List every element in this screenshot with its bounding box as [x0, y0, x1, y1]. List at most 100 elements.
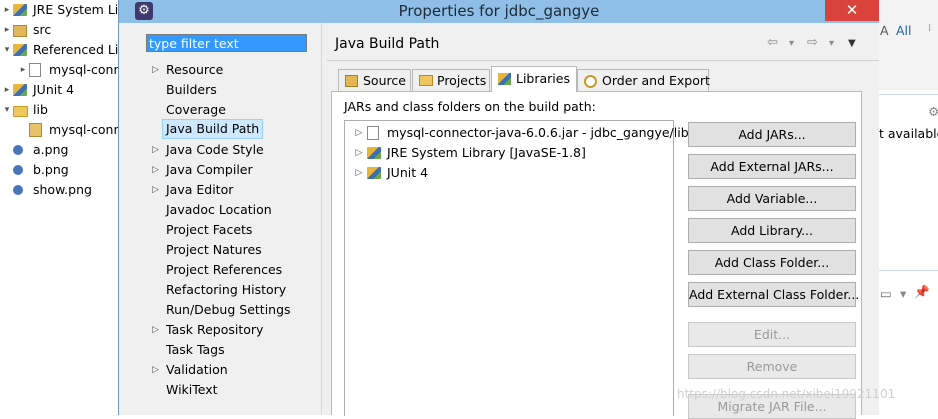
jar-file-icon [29, 123, 42, 137]
jar-icon [367, 126, 379, 140]
classpath-entry[interactable]: ▷ JRE System Library [JavaSE-1.8] [345, 143, 673, 163]
add-class-folder-button[interactable]: Add Class Folder... [688, 250, 856, 275]
nav-item[interactable]: WikiText [131, 380, 321, 400]
package-explorer-item[interactable]: ▸ JRE System Lib [0, 0, 118, 20]
expand-chevron-icon[interactable]: ▷ [152, 160, 162, 180]
divider [878, 94, 938, 95]
edit-button[interactable]: Edit... [688, 322, 856, 347]
package-explorer-item[interactable]: ▸ src [0, 20, 118, 40]
package-explorer-item[interactable]: ▸ mysql-conn [0, 60, 118, 80]
add-external-class-folder-button[interactable]: Add External Class Folder... [688, 282, 859, 307]
package-explorer-item-label: src [33, 22, 52, 37]
nav-item[interactable]: ▷ Java Code Style [131, 140, 321, 160]
forward-arrow-icon[interactable]: ⇨ [807, 35, 818, 50]
nav-item[interactable]: Coverage [131, 100, 321, 120]
expand-twistie-icon[interactable]: ▸ [19, 60, 27, 80]
classpath-entry[interactable]: ▷ mysql-connector-java-6.0.6.jar - jdbc_g… [345, 123, 689, 143]
console-icon[interactable]: ▭ [880, 286, 892, 301]
nav-item-label: Builders [166, 82, 217, 97]
package-explorer-item[interactable]: ▸ JUnit 4 [0, 80, 118, 100]
nav-item[interactable]: Task Tags [131, 340, 321, 360]
all-link[interactable]: All [896, 23, 912, 38]
nav-item-label: Coverage [166, 102, 226, 117]
tab-label: Projects [437, 73, 487, 88]
nav-item[interactable]: Project Natures [131, 240, 321, 260]
scroll-indicator-icon: ⁞ [928, 23, 932, 34]
image-file-icon [13, 185, 23, 195]
back-arrow-icon[interactable]: ⇦ [767, 35, 778, 50]
expand-chevron-icon[interactable]: ▷ [152, 180, 162, 200]
panel-splitter[interactable] [321, 23, 322, 415]
tab-label: Order and Export [602, 73, 710, 88]
expand-chevron-icon[interactable]: ▷ [152, 360, 162, 380]
libraries-tab-content: JARs and class folders on the build path… [331, 91, 862, 419]
nav-item-label: Javadoc Location [166, 202, 272, 217]
nav-item-label: WikiText [166, 382, 218, 397]
page-title: Java Build Path [335, 36, 440, 52]
package-explorer-item[interactable]: ▾ lib [0, 100, 118, 120]
expand-twistie-icon[interactable]: ▾ [3, 40, 11, 60]
nav-item[interactable]: Run/Debug Settings [131, 300, 321, 320]
tab-projects[interactable]: Projects [412, 69, 490, 91]
add-variable-button[interactable]: Add Variable... [688, 186, 856, 211]
dropdown-arrow-icon[interactable]: ▾ [900, 286, 906, 301]
expand-twistie-icon[interactable]: ▷ [355, 143, 363, 163]
expand-twistie-icon[interactable]: ▾ [3, 100, 11, 120]
tab-source[interactable]: Source [338, 69, 411, 91]
nav-item[interactable]: Builders [131, 80, 321, 100]
expand-twistie-icon[interactable]: ▷ [355, 163, 363, 183]
tab-order-and-export[interactable]: Order and Export [577, 69, 710, 91]
package-explorer-item[interactable]: show.png [0, 180, 118, 200]
filter-input[interactable] [146, 34, 307, 52]
view-menu-icon[interactable]: ▼ [848, 38, 856, 49]
add-library-button[interactable]: Add Library... [688, 218, 856, 243]
background-a-text: A [880, 23, 889, 38]
nav-item[interactable]: Java Build Path [131, 119, 321, 140]
expand-chevron-icon[interactable]: ▷ [152, 60, 162, 80]
nav-item[interactable]: Project References [131, 260, 321, 280]
tab-label: Libraries [516, 71, 570, 86]
tab-libraries[interactable]: Libraries [491, 66, 577, 92]
expand-twistie-icon[interactable]: ▸ [3, 80, 11, 100]
package-explorer-item[interactable]: a.png [0, 140, 118, 160]
nav-item[interactable]: Refactoring History [131, 280, 321, 300]
expand-chevron-icon[interactable]: ▷ [152, 140, 162, 160]
package-explorer-item[interactable]: b.png [0, 160, 118, 180]
classpath-entry[interactable]: ▷ JUnit 4 [345, 163, 673, 183]
nav-item[interactable]: Project Facets [131, 220, 321, 240]
dialog-title: Properties for jdbc_gangye [398, 2, 600, 20]
close-button[interactable]: ✕ [825, 0, 879, 21]
package-explorer-tree: ▸ JRE System Lib ▸ src ▾ Referenced Lib ▸ mysql… [0, 0, 118, 415]
library-icon [367, 167, 381, 179]
package-explorer-item[interactable]: mysql-conn [0, 120, 118, 140]
nav-item[interactable]: ▷ Task Repository [131, 320, 321, 340]
nav-item-label: Project Natures [166, 242, 262, 257]
expand-chevron-icon[interactable]: ▷ [152, 320, 162, 340]
expand-twistie-icon[interactable]: ▸ [3, 0, 11, 20]
expand-twistie-icon[interactable]: ▸ [3, 20, 11, 40]
remove-button[interactable]: Remove [688, 354, 856, 379]
back-menu-icon[interactable]: ▾ [789, 38, 794, 49]
nav-item-label: Run/Debug Settings [166, 302, 291, 317]
nav-item[interactable]: ▷ Validation [131, 360, 321, 380]
classpath-tree[interactable]: ▷ mysql-connector-java-6.0.6.jar - jdbc_g… [344, 120, 689, 416]
nav-item[interactable]: ▷ Resource [131, 60, 321, 80]
add-external-jars-button[interactable]: Add External JARs... [688, 154, 856, 179]
package-explorer-item-label: JUnit 4 [33, 82, 75, 97]
package-folder-icon [13, 25, 27, 37]
expand-twistie-icon[interactable]: ▷ [355, 123, 363, 143]
add-jars-button[interactable]: Add JARs... [688, 122, 856, 147]
forward-menu-icon[interactable]: ▾ [829, 38, 834, 49]
image-file-icon [13, 165, 23, 175]
nav-item-label: Java Code Style [166, 142, 264, 157]
pin-icon[interactable]: 📌 [914, 284, 930, 300]
nav-item[interactable]: Javadoc Location [131, 200, 321, 220]
package-explorer-item-label: lib [33, 102, 48, 117]
library-icon [13, 84, 27, 96]
nav-item[interactable]: ▷ Java Editor [131, 180, 321, 200]
package-explorer-item[interactable]: ▾ Referenced Lib [0, 40, 118, 60]
package-explorer-item-label: Referenced Lib [33, 42, 118, 57]
projects-icon [419, 75, 433, 86]
dialog-titlebar[interactable]: ⚙ Properties for jdbc_gangye ✕ [119, 0, 879, 23]
nav-item[interactable]: ▷ Java Compiler [131, 160, 321, 180]
